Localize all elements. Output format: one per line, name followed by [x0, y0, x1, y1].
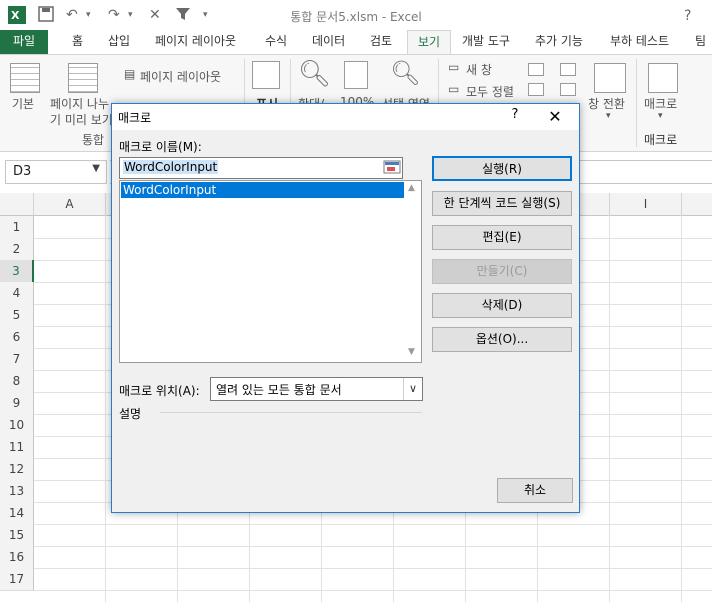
dialog-help-button[interactable]: ? — [503, 107, 527, 127]
tab-developer[interactable]: 개발 도구 — [462, 30, 510, 54]
step-into-button[interactable]: 한 단계씩 코드 실행(S) — [432, 191, 572, 216]
new-window-icon[interactable]: ▭ — [448, 60, 459, 74]
row-header[interactable]: 1 — [0, 216, 34, 239]
switch-windows-icon[interactable] — [594, 63, 626, 93]
row-header-selected[interactable]: 3 — [0, 260, 34, 283]
options-button[interactable]: 옵션(O)... — [432, 327, 572, 352]
tab-load-test[interactable]: 부하 테스트 — [610, 30, 669, 54]
title-bar: X ↶ ▾ ↷ ▾ ✕ ▾ 통합 문서5.xlsm - Excel ? — [0, 0, 712, 30]
show-icon[interactable] — [252, 61, 280, 89]
arrange-all-label[interactable]: 모두 정렬 — [466, 83, 514, 100]
page-break-label-2[interactable]: 기 미리 보기 — [50, 111, 113, 128]
scroll-down-icon[interactable]: ▼ — [408, 347, 415, 357]
help-icon[interactable]: ? — [684, 7, 691, 25]
switch-windows-label[interactable]: 창 전환 — [588, 95, 625, 112]
row-header[interactable]: 8 — [0, 370, 34, 393]
tab-insert[interactable]: 삽입 — [108, 30, 130, 54]
macros-dropdown-icon[interactable]: ▾ — [658, 111, 663, 121]
row-header[interactable]: 16 — [0, 546, 34, 569]
row-header[interactable]: 4 — [0, 282, 34, 305]
tab-team[interactable]: 팀 — [695, 30, 706, 54]
dialog-close-button[interactable]: ✕ — [542, 106, 568, 128]
tab-view[interactable]: 보기 — [407, 30, 451, 55]
row-header[interactable]: 17 — [0, 568, 34, 591]
scroll-up-icon[interactable]: ▲ — [408, 183, 415, 193]
workbook-views-group-label: 통합 — [82, 133, 105, 147]
chevron-down-icon[interactable]: ▼ — [92, 163, 100, 174]
row-header[interactable]: 5 — [0, 304, 34, 327]
tab-home[interactable]: 홈 — [72, 30, 83, 54]
macro-dialog: 매크로 ? ✕ 매크로 이름(M): WordColorInput WordCo… — [111, 103, 580, 513]
macro-name-value: WordColorInput — [123, 160, 219, 174]
row-header[interactable]: 2 — [0, 238, 34, 261]
macros-in-value: 열려 있는 모든 통합 문서 — [216, 383, 342, 397]
edit-button[interactable]: 편집(E) — [432, 225, 572, 250]
delete-button[interactable]: 삭제(D) — [432, 293, 572, 318]
macros-group-label: 매크로 — [644, 133, 678, 147]
split-icon[interactable] — [528, 63, 544, 76]
page-layout-icon[interactable]: ▤ — [124, 67, 135, 81]
page-layout-label[interactable]: 페이지 레이아웃 — [140, 68, 221, 85]
column-header-a[interactable]: A — [34, 193, 106, 216]
run-button[interactable]: 실행(R) — [432, 156, 572, 181]
tab-formulas[interactable]: 수식 — [265, 30, 287, 54]
row-header[interactable]: 14 — [0, 502, 34, 525]
arrange-all-icon[interactable]: ▭ — [448, 82, 459, 96]
description-label: 설명 — [119, 407, 142, 421]
tab-review[interactable]: 검토 — [370, 30, 392, 54]
switch-windows-dropdown-icon[interactable]: ▾ — [606, 111, 611, 121]
tab-data[interactable]: 데이터 — [312, 30, 345, 54]
view-side-by-side-icon[interactable] — [560, 63, 576, 76]
window-title: 통합 문서5.xlsm - Excel — [290, 10, 422, 24]
macros-icon[interactable] — [648, 63, 678, 93]
dialog-title-bar: 매크로 ? ✕ — [112, 104, 579, 130]
macros-in-label: 매크로 위치(A): — [119, 384, 200, 398]
row-header[interactable]: 12 — [0, 458, 34, 481]
zoom-100-icon[interactable] — [344, 61, 368, 89]
hide-icon[interactable] — [528, 83, 544, 96]
row-header[interactable]: 11 — [0, 436, 34, 459]
list-scrollbar[interactable]: ▲ ▼ — [404, 181, 421, 362]
macro-name-input[interactable]: WordColorInput — [119, 157, 403, 179]
dialog-title: 매크로 — [118, 111, 152, 125]
ribbon-tabs: 파일 홈 삽입 페이지 레이아웃 수식 데이터 검토 보기 개발 도구 추가 기… — [0, 30, 712, 55]
row-header[interactable]: 10 — [0, 414, 34, 437]
normal-view-icon[interactable] — [10, 63, 40, 93]
tab-page-layout[interactable]: 페이지 레이아웃 — [155, 30, 236, 54]
macros-label[interactable]: 매크로 — [644, 95, 677, 112]
list-item-selected[interactable]: WordColorInput — [121, 182, 405, 198]
zoom-icon[interactable]: 🔍︎ — [298, 59, 331, 89]
zoom-selection-icon[interactable]: 🔍︎ — [390, 59, 420, 87]
page-break-label-1[interactable]: 페이지 나누 — [50, 95, 109, 112]
row-header[interactable]: 7 — [0, 348, 34, 371]
column-header-i[interactable]: I — [610, 193, 682, 216]
macro-list[interactable]: WordColorInput ▲ ▼ — [119, 180, 422, 363]
name-box-value: D3 — [13, 164, 32, 179]
column-header[interactable] — [682, 193, 712, 216]
normal-view-label[interactable]: 기본 — [12, 95, 34, 112]
cancel-button[interactable]: 취소 — [497, 478, 573, 503]
sync-scroll-icon[interactable] — [560, 83, 576, 96]
row-header[interactable]: 15 — [0, 524, 34, 547]
row-header[interactable]: 13 — [0, 480, 34, 503]
macros-in-select[interactable]: 열려 있는 모든 통합 문서 ∨ — [210, 377, 423, 401]
row-header[interactable]: 9 — [0, 392, 34, 415]
collapse-dialog-icon[interactable] — [383, 159, 401, 176]
new-window-label[interactable]: 새 창 — [466, 61, 492, 78]
macro-name-label: 매크로 이름(M): — [119, 140, 202, 154]
description-divider — [160, 412, 422, 413]
row-header[interactable]: 6 — [0, 326, 34, 349]
name-box[interactable]: D3 ▼ — [5, 160, 107, 184]
chevron-down-icon[interactable]: ∨ — [403, 378, 422, 400]
page-break-preview-icon[interactable] — [68, 63, 98, 93]
select-all-corner[interactable] — [0, 193, 34, 216]
create-button: 만들기(C) — [432, 259, 572, 284]
tab-add-ins[interactable]: 추가 기능 — [535, 30, 583, 54]
tab-file[interactable]: 파일 — [0, 30, 48, 54]
